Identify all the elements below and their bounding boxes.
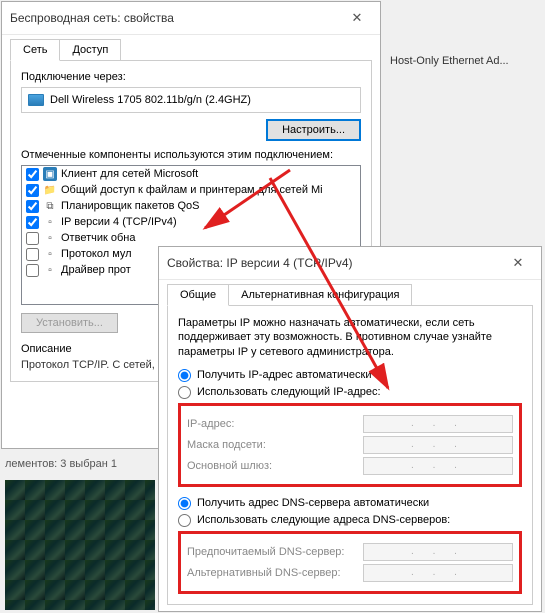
dns-address-block: Предпочитаемый DNS-сервер: . . . Альтерн… (178, 531, 522, 594)
close-icon[interactable]: ✕ (503, 253, 533, 273)
pref-dns-label: Предпочитаемый DNS-сервер: (187, 546, 344, 558)
ipv4-properties-window: Свойства: IP версии 4 (TCP/IPv4) ✕ Общие… (158, 246, 542, 612)
radio-manual-ip-row[interactable]: Использовать следующий IP-адрес: (178, 386, 522, 399)
titlebar: Беспроводная сеть: свойства ✕ (2, 2, 380, 35)
alt-dns-input[interactable]: . . . (363, 564, 513, 582)
configure-button[interactable]: Настроить... (266, 119, 361, 141)
tabstrip: Общие Альтернативная конфигурация (159, 280, 541, 306)
pref-dns-input[interactable]: . . . (363, 543, 513, 561)
radio-auto-dns[interactable] (178, 497, 191, 510)
radio-manual-ip[interactable] (178, 386, 191, 399)
window-title: Свойства: IP версии 4 (TCP/IPv4) (167, 256, 353, 270)
list-item-label: Общий доступ к файлам и принтерам для се… (61, 184, 323, 196)
radio-label: Получить IP-адрес автоматически (197, 369, 371, 381)
checkbox[interactable] (26, 216, 39, 229)
adapter-name: Dell Wireless 1705 802.11b/g/n (2.4GHZ) (50, 94, 251, 106)
tabstrip: Сеть Доступ (2, 35, 380, 61)
adapter-icon (28, 94, 44, 106)
radio-auto-ip[interactable] (178, 369, 191, 382)
close-icon[interactable]: ✕ (342, 8, 372, 28)
checkbox[interactable] (26, 184, 39, 197)
list-item[interactable]: ▫ IP версии 4 (TCP/IPv4) (22, 214, 360, 230)
multiplex-icon: ▫ (43, 247, 57, 261)
tab-network[interactable]: Сеть (10, 39, 60, 61)
list-item-label: Планировщик пакетов QoS (61, 200, 200, 212)
radio-manual-dns[interactable] (178, 514, 191, 527)
list-item-label: Клиент для сетей Microsoft (61, 168, 198, 180)
alt-dns-label: Альтернативный DNS-сервер: (187, 567, 341, 579)
share-icon: 📁 (43, 183, 57, 197)
responder-icon: ▫ (43, 231, 57, 245)
window-title: Беспроводная сеть: свойства (10, 11, 174, 25)
list-item-label: Протокол мул (61, 248, 132, 260)
background-thumbnail (5, 480, 155, 610)
connect-via-label: Подключение через: (21, 71, 361, 83)
radio-label: Получить адрес DNS-сервера автоматически (197, 497, 429, 509)
list-item-label: Ответчик обна (61, 232, 135, 244)
list-item[interactable]: 📁 Общий доступ к файлам и принтерам для … (22, 182, 360, 198)
checkbox[interactable] (26, 248, 39, 261)
radio-label: Использовать следующие адреса DNS-сервер… (197, 514, 450, 526)
statusbar-text: лементов: 3 выбран 1 (5, 458, 117, 470)
list-item-label: IP версии 4 (TCP/IPv4) (61, 216, 177, 228)
install-button[interactable]: Установить... (21, 313, 118, 333)
list-item[interactable]: ⧉ Планировщик пакетов QoS (22, 198, 360, 214)
checkbox[interactable] (26, 200, 39, 213)
intro-text: Параметры IP можно назначать автоматичес… (178, 316, 522, 359)
radio-auto-ip-row[interactable]: Получить IP-адрес автоматически (178, 369, 522, 382)
gateway-label: Основной шлюз: (187, 460, 272, 472)
subnet-input[interactable]: . . . (363, 436, 513, 454)
background-adapter-label: Host-Only Ethernet Ad... (390, 55, 509, 67)
tab-body: Параметры IP можно назначать автоматичес… (167, 305, 533, 605)
titlebar: Свойства: IP версии 4 (TCP/IPv4) ✕ (159, 247, 541, 280)
ip-address-input[interactable]: . . . (363, 415, 513, 433)
list-item[interactable]: ▫ Ответчик обна (22, 230, 360, 246)
qos-icon: ⧉ (43, 199, 57, 213)
tab-access[interactable]: Доступ (59, 39, 121, 61)
checkbox[interactable] (26, 168, 39, 181)
ip-address-label: IP-адрес: (187, 418, 234, 430)
list-item[interactable]: ▣ Клиент для сетей Microsoft (22, 166, 360, 182)
driver-icon: ▫ (43, 263, 57, 277)
checkbox[interactable] (26, 232, 39, 245)
ipv4-icon: ▫ (43, 215, 57, 229)
radio-manual-dns-row[interactable]: Использовать следующие адреса DNS-сервер… (178, 514, 522, 527)
subnet-label: Маска подсети: (187, 439, 266, 451)
radio-label: Использовать следующий IP-адрес: (197, 386, 381, 398)
adapter-box: Dell Wireless 1705 802.11b/g/n (2.4GHZ) (21, 87, 361, 113)
components-label: Отмеченные компоненты используются этим … (21, 149, 361, 161)
tab-alt-config[interactable]: Альтернативная конфигурация (228, 284, 412, 306)
radio-auto-dns-row[interactable]: Получить адрес DNS-сервера автоматически (178, 497, 522, 510)
ip-address-block: IP-адрес: . . . Маска подсети: . . . Осн… (178, 403, 522, 487)
list-item-label: Драйвер прот (61, 264, 131, 276)
checkbox[interactable] (26, 264, 39, 277)
client-icon: ▣ (43, 167, 57, 181)
gateway-input[interactable]: . . . (363, 457, 513, 475)
tab-general[interactable]: Общие (167, 284, 229, 306)
